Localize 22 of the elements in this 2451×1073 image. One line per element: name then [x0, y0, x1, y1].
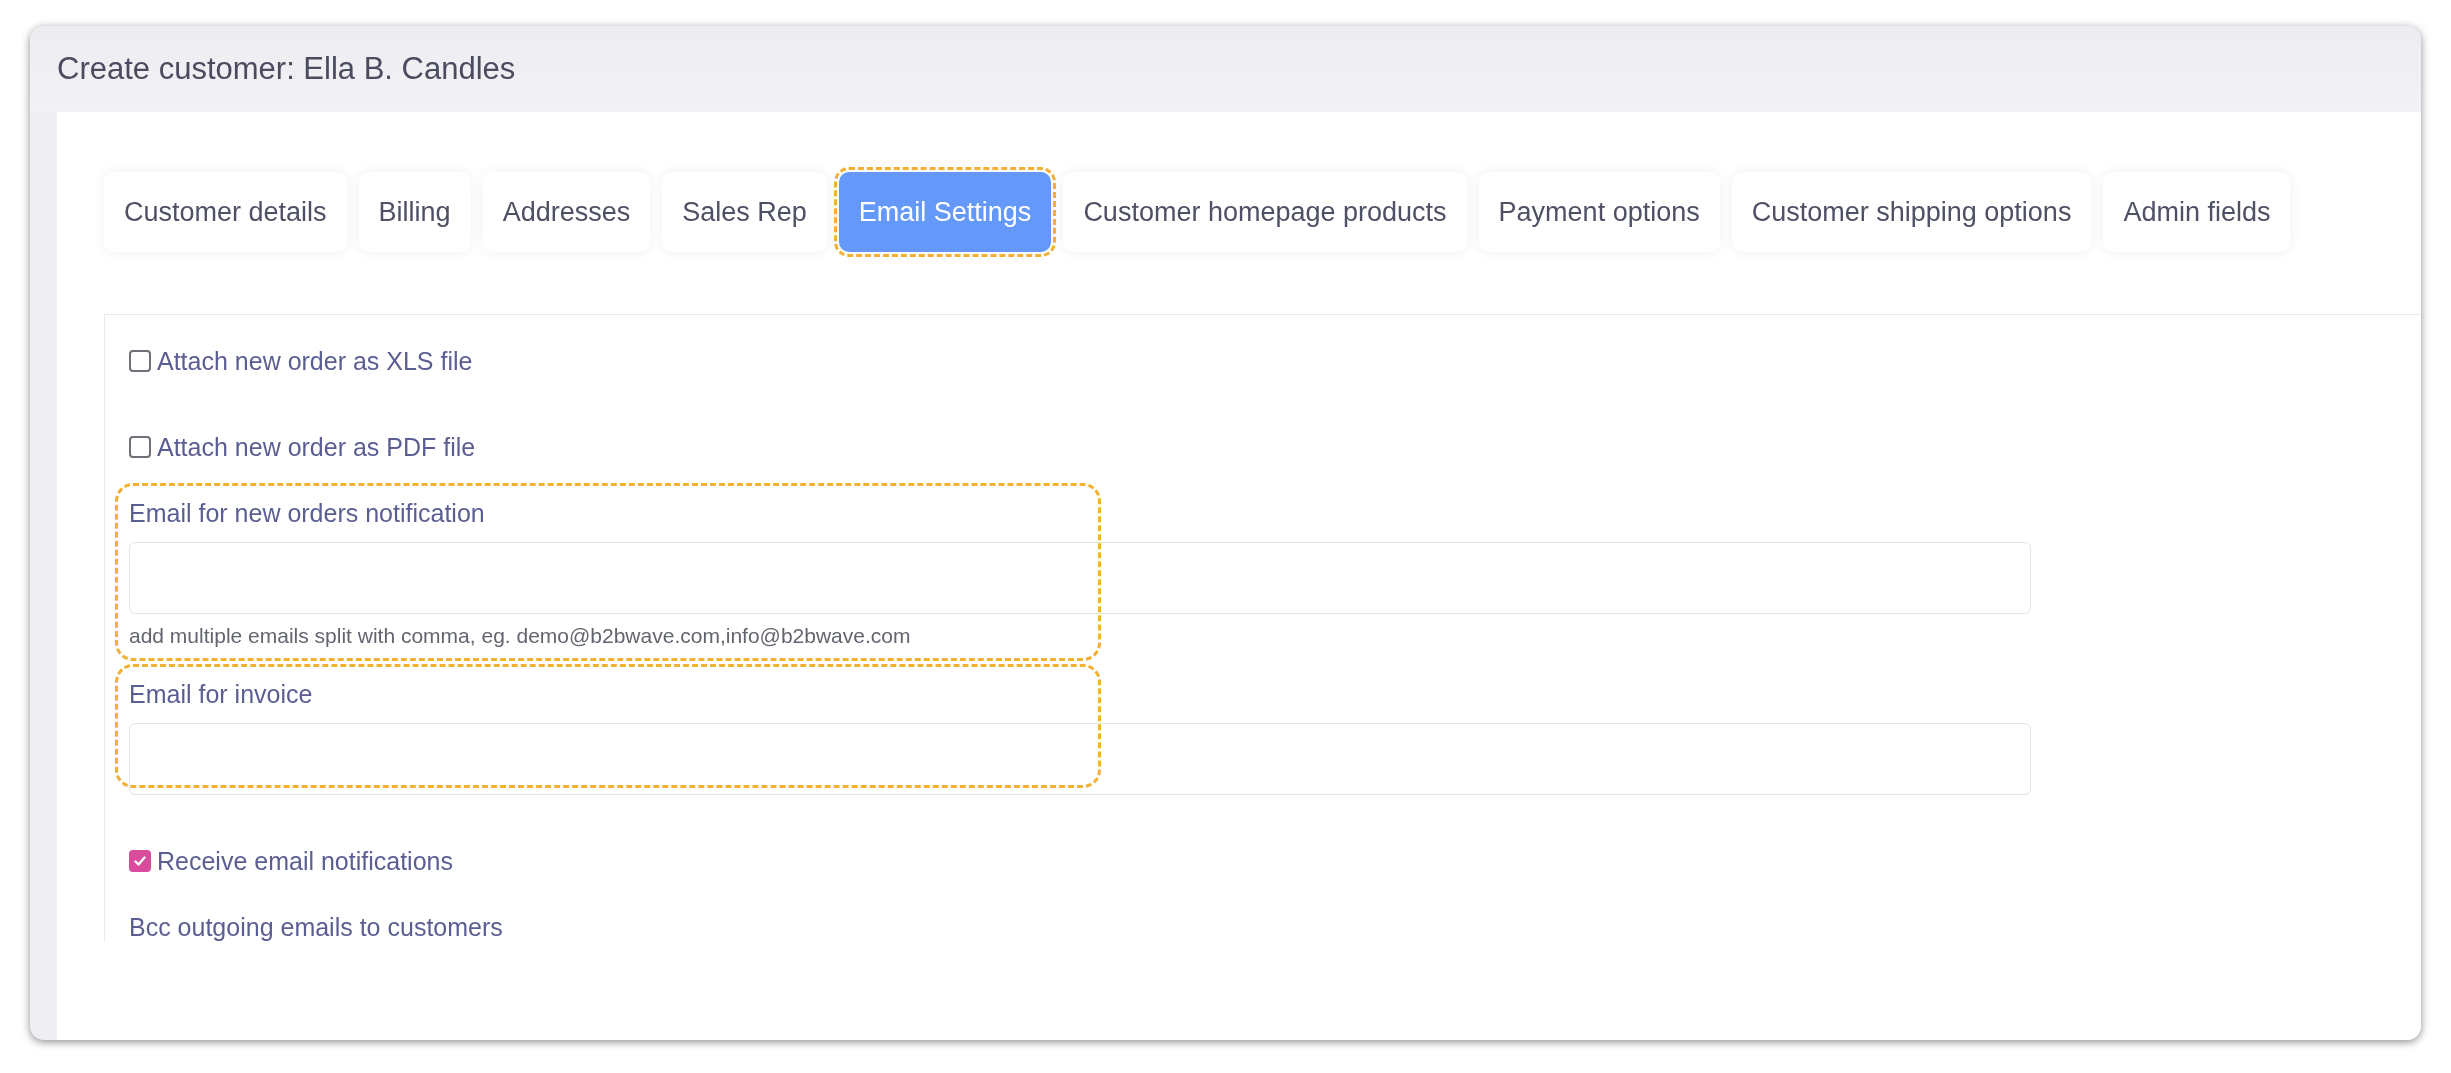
tab[interactable]: Customer homepage products — [1063, 172, 1467, 252]
tab[interactable]: Sales Rep — [662, 172, 827, 252]
tab[interactable]: Billing — [358, 172, 471, 252]
window-title: Create customer: Ella B. Candles — [57, 51, 516, 87]
field-label: Email for new orders notification — [129, 499, 486, 528]
field-label: Bcc outgoing emails to customers — [129, 913, 503, 942]
checkbox[interactable] — [129, 850, 151, 872]
tab[interactable]: Customer details — [104, 172, 347, 252]
checkbox-label: Attach new order as PDF file — [157, 432, 476, 462]
checkbox-label: Receive email notifications — [157, 846, 453, 876]
field-label: Email for invoice — [129, 680, 314, 709]
email-field[interactable] — [129, 723, 2031, 795]
tab[interactable]: Payment options — [1478, 172, 1720, 252]
check-icon — [132, 853, 148, 869]
email-field[interactable] — [129, 542, 2031, 614]
checkbox[interactable] — [129, 436, 151, 458]
tab[interactable]: Customer shipping options — [1731, 172, 2092, 252]
checkbox-label: Attach new order as XLS file — [157, 346, 473, 376]
field-hint: add multiple emails split with comma, eg. demo@b2bwave.com,info@b2bwave.com — [129, 624, 912, 648]
tab[interactable]: Admin fields — [2103, 172, 2291, 252]
checkbox[interactable] — [129, 350, 151, 372]
tab[interactable]: Addresses — [482, 172, 651, 252]
